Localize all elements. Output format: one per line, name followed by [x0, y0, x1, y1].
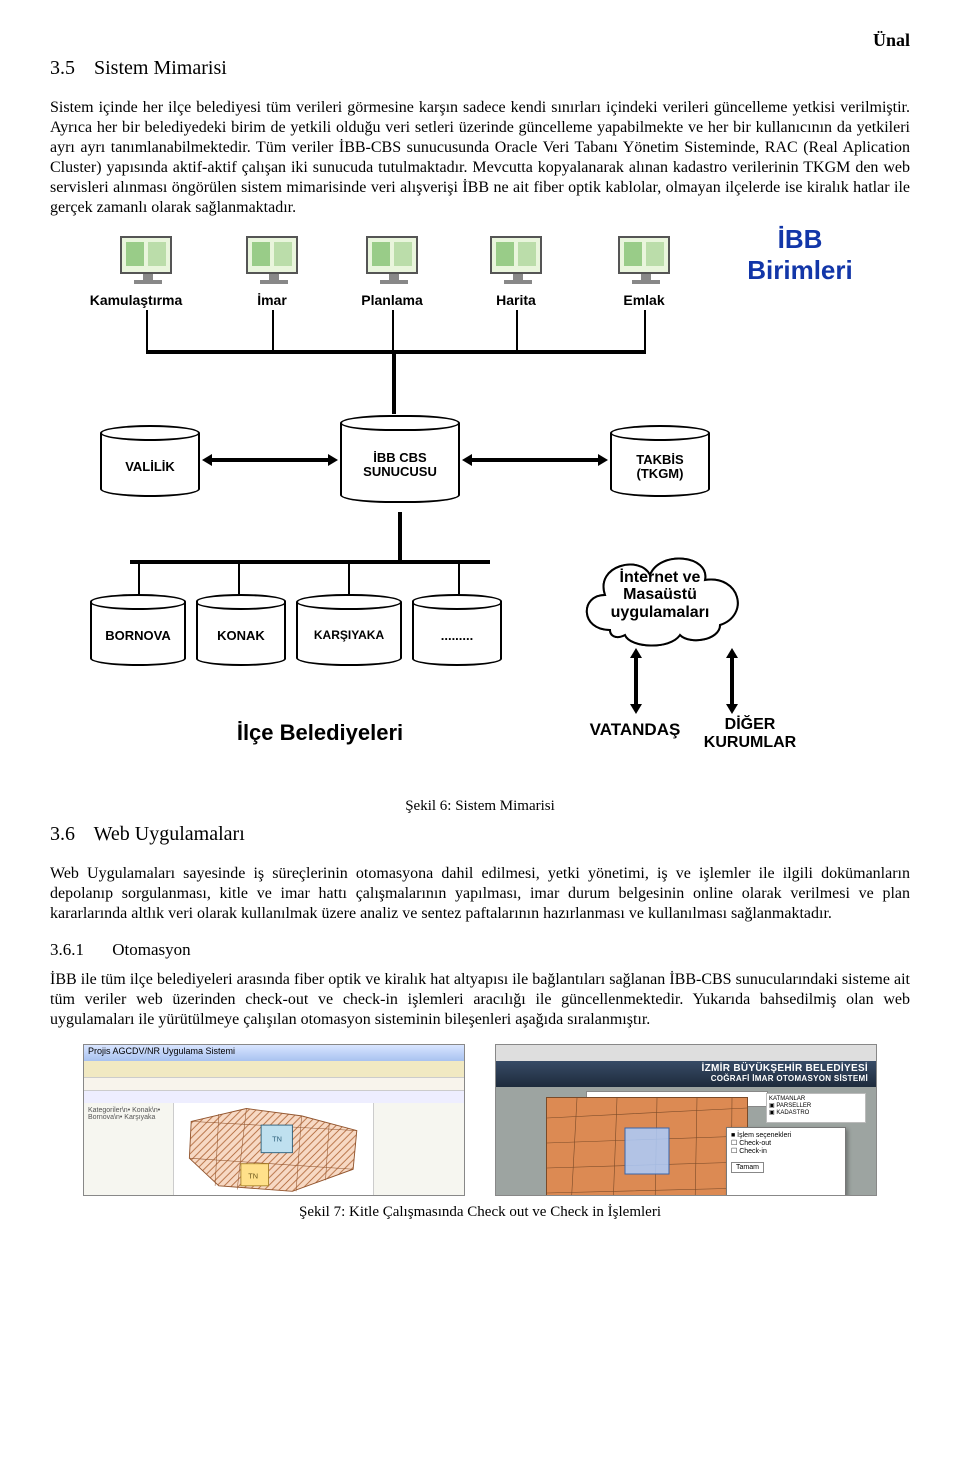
- screenshot1-sidebar: Kategoriler\n• Konak\n• Bornova\n• Karşı…: [84, 1103, 174, 1195]
- section-3-6-1-heading: 3.6.1 Otomasyon: [50, 940, 910, 960]
- screenshot1-rightpanel: [373, 1103, 464, 1195]
- monitor-label-kamulastirma: Kamulaştırma: [86, 292, 186, 308]
- screenshot1-toolbar: [84, 1061, 464, 1078]
- arrow-valilik-center: [202, 454, 338, 466]
- db-takbis: TAKBİS(TKGM): [610, 425, 710, 505]
- screenshot1-titlebar: Projis AGCDV/NR Uygulama Sistemi: [84, 1045, 464, 1061]
- section-3-6-1-number: 3.6.1: [50, 940, 84, 959]
- figure-6-caption: Şekil 6: Sistem Mimarisi: [50, 798, 910, 815]
- monitor-imar: [246, 236, 302, 292]
- section-3-6-number: 3.6: [50, 823, 75, 845]
- db-bornova: BORNOVA: [90, 594, 186, 674]
- db-karsiyaka: KARŞIYAKA: [296, 594, 402, 674]
- ibb-birimleri-title: İBB Birimleri: [730, 224, 870, 286]
- vatandas-label: VATANDAŞ: [580, 720, 690, 740]
- screenshot-checkout-web: İZMİR BÜYÜKŞEHİR BELEDİYESİ COĞRAFİ İMAR…: [495, 1044, 877, 1196]
- screenshot2-titlebar: [496, 1045, 876, 1061]
- screenshot-checkout-desktop: Projis AGCDV/NR Uygulama Sistemi Kategor…: [83, 1044, 465, 1196]
- db-valilik: VALİLİK: [100, 425, 200, 505]
- section-3-6-paragraph: Web Uygulamaları sayesinde iş süreçlerin…: [50, 864, 910, 924]
- ilce-belediyeleri-label: İlçe Belediyeleri: [210, 720, 430, 746]
- monitor-planlama: [366, 236, 422, 292]
- section-3-6-1-paragraph: İBB ile tüm ilçe belediyeleri arasında f…: [50, 970, 910, 1030]
- arrow-cloud-vatandas: [630, 648, 642, 714]
- cloud-internet-masaustu: İnternet ve Masaüstü uygulamaları: [570, 540, 750, 650]
- monitor-label-harita: Harita: [466, 292, 566, 308]
- svg-text:TN: TN: [248, 1171, 258, 1180]
- section-3-6-title: Web Uygulamaları: [94, 823, 245, 845]
- screenshot2-map: [546, 1097, 748, 1196]
- screenshot1-map: TN TN: [174, 1103, 374, 1195]
- monitor-label-imar: İmar: [222, 292, 322, 308]
- monitor-label-emlak: Emlak: [594, 292, 694, 308]
- figure-7-caption: Şekil 7: Kitle Çalışmasında Check out ve…: [50, 1204, 910, 1221]
- screenshot2-banner: İZMİR BÜYÜKŞEHİR BELEDİYESİ COĞRAFİ İMAR…: [496, 1061, 876, 1087]
- arrow-cloud-diger: [726, 648, 738, 714]
- db-konak: KONAK: [196, 594, 286, 674]
- figure-6-diagram: İBB Birimleri Kamulaştırma İmar Planlama…: [90, 230, 870, 790]
- section-3-6-heading: 3.6 Web Uygulamaları: [50, 823, 910, 846]
- db-more: .........: [412, 594, 502, 674]
- screenshot1-toolbar2: [84, 1078, 464, 1091]
- section-3-5-heading: 3.5 Sistem Mimarisi: [50, 57, 910, 80]
- page-header-author: Ünal: [50, 30, 910, 51]
- screenshot2-dialog: ■ İşlem seçenekleri☐ Check-out☐ Check-in…: [726, 1127, 846, 1196]
- monitor-harita: [490, 236, 546, 292]
- section-3-5-number: 3.5: [50, 57, 75, 79]
- monitor-emlak: [618, 236, 674, 292]
- arrow-center-takbis: [462, 454, 608, 466]
- section-3-5-title: Sistem Mimarisi: [94, 57, 227, 79]
- figure-7-row: Projis AGCDV/NR Uygulama Sistemi Kategor…: [50, 1044, 910, 1196]
- screenshot2-legend: KATMANLAR▣ PARSELLER▣ KADASTRO: [766, 1093, 866, 1123]
- section-3-5-paragraph: Sistem içinde her ilçe belediyesi tüm ve…: [50, 98, 910, 218]
- diger-kurumlar-label: DİĞERKURUMLAR: [690, 716, 810, 752]
- monitor-kamulastirma: [120, 236, 176, 292]
- db-ibb-cbs-sunucusu: İBB CBSSUNUCUSU: [340, 415, 460, 511]
- section-3-6-1-title: Otomasyon: [112, 940, 190, 959]
- monitor-label-planlama: Planlama: [342, 292, 442, 308]
- svg-text:TN: TN: [272, 1135, 282, 1144]
